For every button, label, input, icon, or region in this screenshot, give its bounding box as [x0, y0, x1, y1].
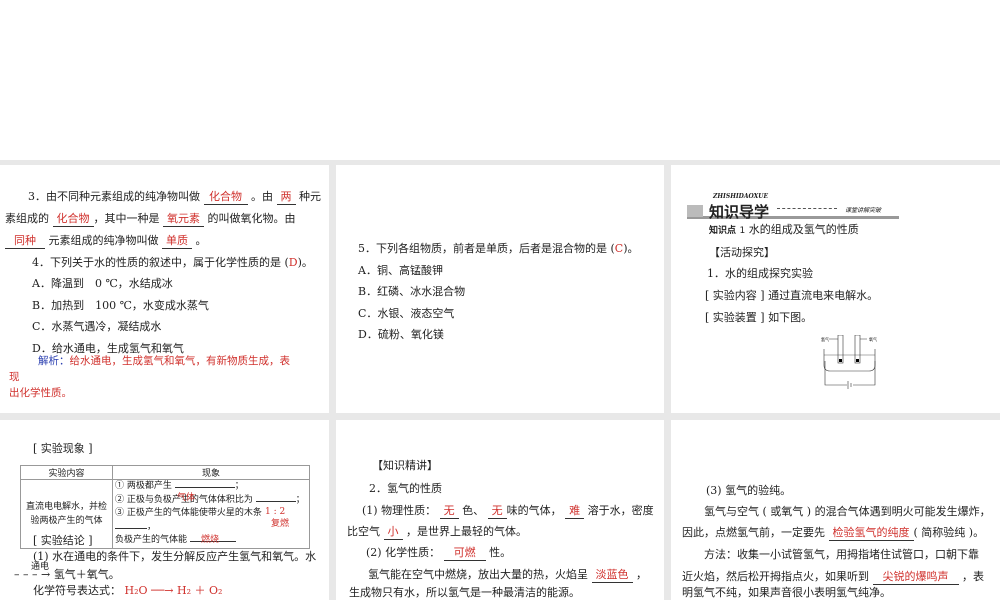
option: A．铜、高锰酸钾 [358, 264, 443, 277]
option: B．加热到 100 ℃，水变成水蒸气 [32, 299, 209, 312]
answer: 单质 [162, 234, 192, 249]
text: 色、 [462, 504, 485, 517]
heading: 【活动探究】 [709, 246, 775, 259]
book-icon [687, 205, 703, 217]
answer: 两 [276, 190, 296, 205]
text: 性。 [489, 546, 512, 559]
text: 味的气体， [506, 504, 562, 517]
slide-hydrogen-purity[interactable]: (3) 氢气的验纯。 氢气与空气 ( 或氧气 ) 的混合气体遇到明火可能发生爆炸… [671, 420, 1000, 600]
text: 的叫做氧化物。由 [207, 212, 296, 225]
heading: [ 实验现象 ] [33, 442, 93, 455]
slide-q3-q4[interactable]: 3．由不同种元素组成的纯净物叫做 化合物 。由 两 种元 素组成的 化合物 ，其中… [0, 165, 329, 413]
text: (1) 水在通电的条件下，发生分解反应产生氢气和氧气。水 [33, 550, 317, 563]
text: 3．由不同种元素组成的纯净物叫做 [28, 190, 200, 203]
text: ，其中一种是 [93, 212, 160, 225]
text: 氢气＋氧气。 [53, 568, 120, 581]
text: [ 实验内容 ] 通过直流电来电解水。 [705, 289, 879, 302]
answer: 无 [487, 504, 507, 519]
answer: 复燃 [271, 519, 290, 529]
answer: 小 [383, 525, 403, 540]
answer: 检验氢气的纯度 [828, 526, 914, 541]
text: 元素组成的纯净物叫做 [48, 234, 159, 247]
text: 近火焰，然后松开拇指点火，如果听到 [682, 570, 869, 583]
banner-pinyin: ZHISHIDAOXUE [713, 193, 769, 200]
note: 给水通电，生成氢气和氧气，有新物质生成，表 [69, 355, 291, 367]
condition: 通电 [31, 562, 50, 572]
label: 氧气 [869, 336, 877, 342]
answer: 无 [439, 504, 459, 519]
banner: ZHISHIDAOXUE 知识导学 课堂讲解突破 [687, 193, 899, 221]
text: 溶于水，密度 [587, 504, 654, 517]
heading: 【知识精讲】 [372, 459, 438, 472]
text: ① 两极都产生 [115, 481, 172, 491]
subheading: (3) 氢气的验纯。 [706, 484, 792, 497]
banner-title: 知识导学 [709, 203, 770, 221]
text: 因此，点燃氢气前，一定要先 [682, 526, 825, 539]
answer: 化合物 [52, 212, 94, 227]
text: 氢气能在空气中燃烧，放出大量的热，火焰呈 [368, 568, 588, 581]
option: C．水蒸气遇冷，凝结成水 [32, 320, 162, 333]
text: 1．水的组成探究实验 [707, 267, 813, 280]
column-header: 现象 [112, 465, 310, 480]
text: 比空气 [347, 525, 380, 538]
label: 氢气 [821, 336, 829, 342]
answer: C [614, 242, 624, 255]
text: 氢气与空气 ( 或氧气 ) 的混合气体遇到明火可能发生爆炸， [704, 505, 991, 518]
column-header: 实验内容 [20, 465, 113, 480]
option: A．降温到 0 ℃，水结成冰 [32, 277, 173, 290]
subheading: 2．氢气的性质 [369, 482, 442, 495]
text: 方法：收集一小试管氢气，用拇指堵住试管口，口朝下靠 [704, 548, 979, 561]
kp-title: 水的组成及氢气的性质 [748, 223, 859, 236]
slide-knowledge-guide[interactable]: ZHISHIDAOXUE 知识导学 课堂讲解突破 知识点 1 水的组成及氢气的性… [671, 165, 1000, 413]
text: ， [636, 568, 647, 581]
text: ，是世界上最轻的气体。 [406, 525, 527, 538]
option: B．红磷、冰水混合物 [358, 285, 466, 298]
text: (1) 物理性质： [362, 504, 437, 517]
answer: 化合物 [203, 190, 248, 205]
equation: H₂O ──→ H₂ ＋ O₂ [124, 584, 223, 597]
text: )。 [297, 256, 313, 269]
text: ( 简称验纯 )。 [913, 526, 985, 539]
text: 。由 [251, 190, 273, 203]
text: 明氢气不纯，如果声音很小表明氢气纯净。 [682, 586, 891, 599]
text: 负极产生的气体能 [115, 535, 188, 545]
answer: 气体 [177, 493, 196, 503]
text: 5．下列各组物质，前者是单质，后者是混合物的是 ( [358, 242, 615, 255]
answer: 氧元素 [163, 212, 204, 227]
text: 生成物只有水，所以氢气是一种最清洁的能源。 [349, 586, 580, 599]
banner-subtitle: 课堂讲解突破 [845, 207, 882, 214]
text: ，表 [962, 570, 984, 583]
kp-number: 1 [739, 226, 746, 236]
blank-slide-area [0, 0, 1000, 160]
note: 出化学性质。 [9, 387, 72, 399]
answer: D [288, 256, 298, 269]
slide-experiment-results[interactable]: [ 实验现象 ] 实验内容 现象 直流电电解水，并检验两极产生的气体 ① 两极都产… [0, 420, 329, 600]
text: 。 [195, 234, 207, 247]
text: 4．下列关于水的性质的叙述中，属于化学性质的是 ( [32, 256, 289, 269]
formula-label: 化学符号表达式： [33, 584, 121, 597]
text: )。 [623, 242, 639, 255]
heading: [ 实验结论 ] [33, 534, 93, 547]
answer: 可燃 [443, 546, 486, 561]
option: D．硫粉、氧化镁 [358, 328, 444, 341]
answer: 难 [565, 504, 585, 519]
option: C．水银、液态空气 [358, 307, 455, 320]
text: (2) 化学性质： [366, 546, 441, 559]
note-label: 解析： [38, 355, 70, 367]
text: 素组成的 [5, 212, 49, 225]
electrolysis-apparatus-diagram: 氢气 氧气 [821, 335, 877, 389]
slide-hydrogen-properties[interactable]: 【知识精讲】 2．氢气的性质 (1) 物理性质： 无 色、 无味的气体， 难 溶… [336, 420, 664, 600]
answer: 淡蓝色 [591, 568, 633, 583]
answer: 燃烧 [201, 535, 220, 545]
text: 种元 [299, 190, 321, 203]
note: 现 [9, 371, 20, 383]
answer: 同种 [5, 234, 45, 249]
text: [ 实验装置 ] 如下图。 [705, 311, 813, 324]
slide-q5[interactable]: 5．下列各组物质，前者是单质，后者是混合物的是 (C)。 A．铜、高锰酸钾 B．… [336, 165, 664, 413]
answer: 尖锐的爆鸣声 [872, 570, 959, 585]
divider [777, 208, 837, 209]
kp-label: 知识点 [709, 226, 737, 236]
